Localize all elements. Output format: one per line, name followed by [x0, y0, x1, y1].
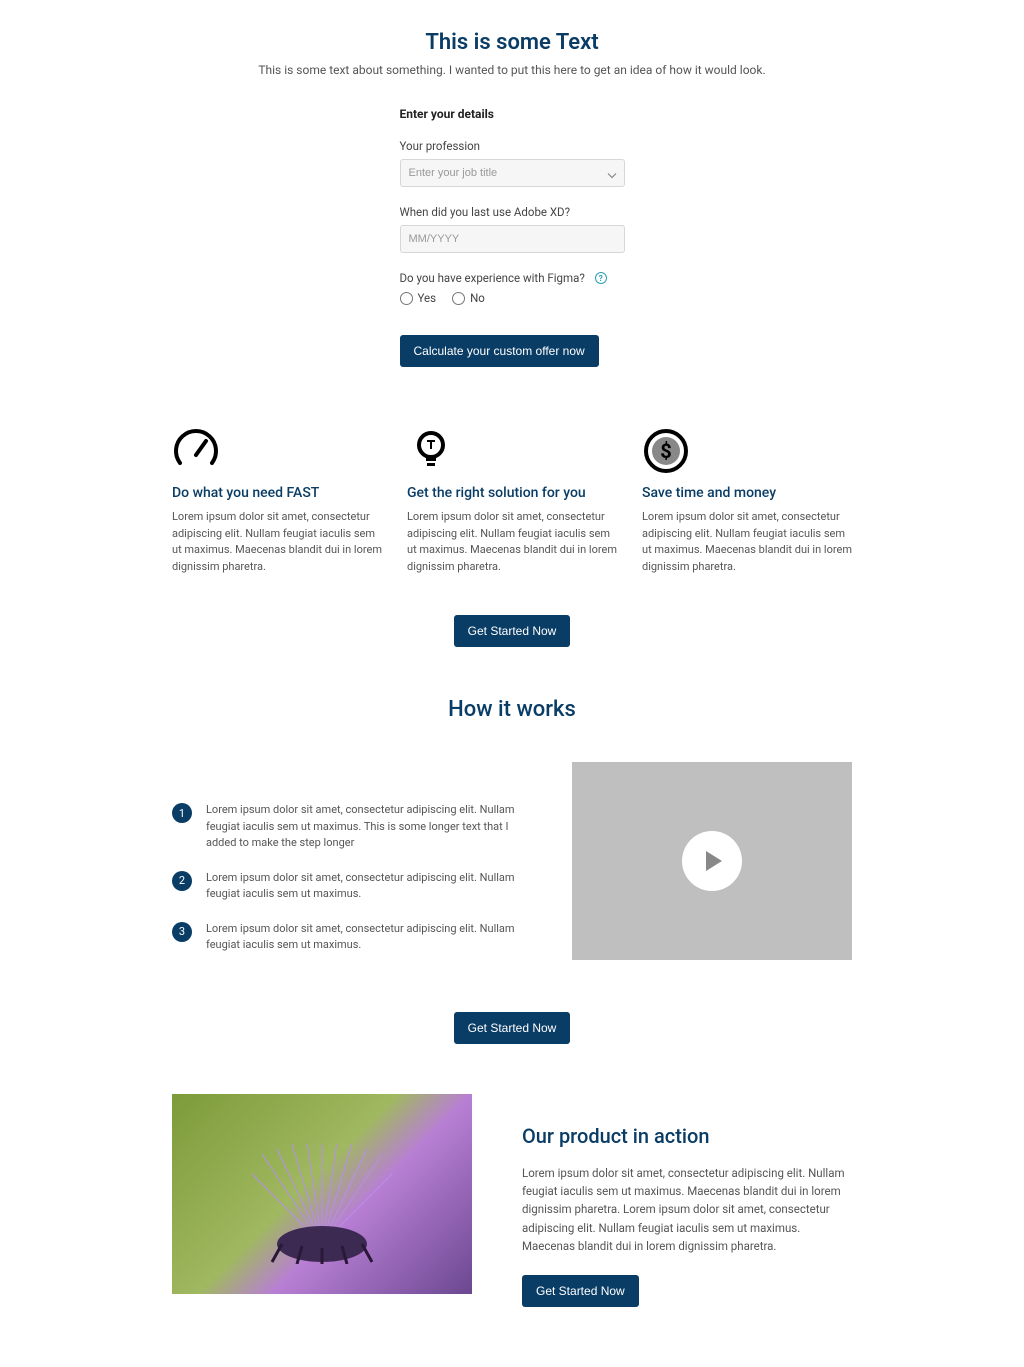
xd-label: When did you last use Adobe XD?: [400, 205, 625, 219]
calculate-button[interactable]: Calculate your custom offer now: [400, 335, 599, 367]
lightbulb-icon: [407, 427, 617, 475]
product-title: Our product in action: [522, 1124, 852, 1148]
feature-solution: Get the right solution for you Lorem ips…: [407, 427, 617, 575]
features-row: Do what you need FAST Lorem ipsum dolor …: [172, 427, 852, 575]
step-item: 2 Lorem ipsum dolor sit amet, consectetu…: [172, 870, 532, 903]
step-text: Lorem ipsum dolor sit amet, consectetur …: [206, 870, 532, 903]
form-heading: Enter your details: [400, 107, 625, 121]
step-number-badge: 3: [172, 922, 192, 942]
details-form: Enter your details Your profession When …: [400, 107, 625, 367]
xd-date-input[interactable]: [400, 225, 625, 253]
speed-icon: [172, 427, 382, 475]
feature-title: Get the right solution for you: [407, 485, 617, 501]
feature-desc: Lorem ipsum dolor sit amet, consectetur …: [407, 509, 617, 575]
step-number-badge: 2: [172, 871, 192, 891]
step-number-badge: 1: [172, 803, 192, 823]
get-started-button[interactable]: Get Started Now: [454, 1012, 571, 1044]
step-item: 1 Lorem ipsum dolor sit amet, consectetu…: [172, 802, 532, 852]
dollar-icon: $: [642, 427, 852, 475]
feature-title: Save time and money: [642, 485, 852, 501]
svg-text:$: $: [660, 439, 671, 463]
radio-yes[interactable]: Yes: [400, 291, 437, 305]
feature-title: Do what you need FAST: [172, 485, 382, 501]
how-it-works-title: How it works: [0, 697, 1024, 722]
radio-no-label: No: [470, 291, 485, 305]
radio-no[interactable]: No: [452, 291, 485, 305]
page-title: This is some Text: [0, 30, 1024, 55]
feature-desc: Lorem ipsum dolor sit amet, consectetur …: [172, 509, 382, 575]
get-started-button[interactable]: Get Started Now: [522, 1275, 639, 1307]
step-text: Lorem ipsum dolor sit amet, consectetur …: [206, 921, 532, 954]
play-icon: [682, 831, 742, 891]
feature-save: $ Save time and money Lorem ipsum dolor …: [642, 427, 852, 575]
feature-desc: Lorem ipsum dolor sit amet, consectetur …: [642, 509, 852, 575]
radio-yes-label: Yes: [418, 291, 437, 305]
get-started-button[interactable]: Get Started Now: [454, 615, 571, 647]
page-subtitle: This is some text about something. I wan…: [0, 63, 1024, 77]
step-item: 3 Lorem ipsum dolor sit amet, consectetu…: [172, 921, 532, 954]
step-text: Lorem ipsum dolor sit amet, consectetur …: [206, 802, 532, 852]
info-icon[interactable]: ?: [595, 272, 607, 284]
profession-label: Your profession: [400, 139, 625, 153]
feature-fast: Do what you need FAST Lorem ipsum dolor …: [172, 427, 382, 575]
product-image: [172, 1094, 472, 1294]
product-desc: Lorem ipsum dolor sit amet, consectetur …: [522, 1164, 852, 1256]
steps-list: 1 Lorem ipsum dolor sit amet, consectetu…: [172, 762, 532, 972]
figma-label: Do you have experience with Figma?: [400, 271, 585, 285]
video-placeholder[interactable]: [572, 762, 852, 960]
profession-input[interactable]: [400, 159, 625, 187]
